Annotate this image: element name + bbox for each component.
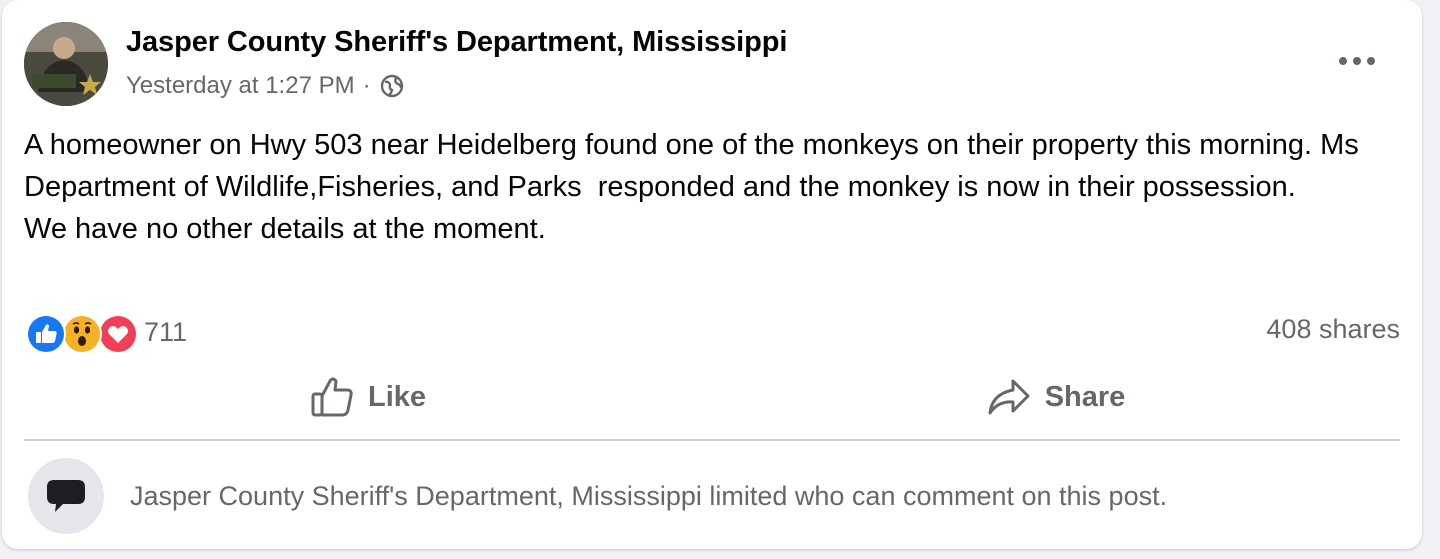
reaction-icons [26, 312, 138, 354]
meta-separator: · [362, 72, 371, 99]
avatar-image [24, 22, 108, 106]
comment-icon-container [28, 458, 104, 534]
more-options-icon[interactable] [1332, 46, 1382, 76]
post-body: A homeowner on Hwy 503 near Heidelberg f… [24, 124, 1394, 250]
comment-restriction-notice: Jasper County Sheriff's Department, Miss… [130, 480, 1168, 511]
post-header: Jasper County Sheriff's Department, Miss… [24, 22, 1400, 108]
like-button[interactable]: Like [24, 362, 712, 432]
reactions-summary[interactable]: 711 [26, 312, 187, 354]
share-count[interactable]: 408 shares [1266, 314, 1400, 345]
post-paragraph-1: A homeowner on Hwy 503 near Heidelberg f… [24, 129, 1367, 203]
reaction-count[interactable]: 711 [144, 317, 187, 348]
share-icon [988, 379, 1030, 415]
post-timestamp[interactable]: Yesterday at 1:27 PM [126, 72, 355, 100]
comment-bubble-icon [47, 480, 85, 512]
post-meta: Yesterday at 1:27 PM · [126, 72, 405, 100]
globe-icon[interactable] [379, 73, 405, 99]
post-paragraph-2: We have no other details at the moment. [24, 213, 546, 245]
comment-restriction-row: Jasper County Sheriff's Department, Miss… [28, 458, 1167, 534]
share-label: Share [1044, 380, 1126, 413]
post-actions: Like Share [24, 362, 1400, 432]
share-button[interactable]: Share [712, 362, 1400, 432]
page-name-link[interactable]: Jasper County Sheriff's Department, Miss… [126, 26, 787, 59]
post-card: Jasper County Sheriff's Department, Miss… [2, 0, 1422, 549]
page-avatar[interactable] [24, 22, 108, 106]
like-label: Like [367, 380, 427, 413]
love-reaction-icon [98, 314, 138, 354]
like-icon [311, 377, 353, 417]
like-reaction-icon [26, 314, 66, 354]
wow-reaction-icon [62, 314, 102, 354]
actions-divider [24, 439, 1400, 441]
